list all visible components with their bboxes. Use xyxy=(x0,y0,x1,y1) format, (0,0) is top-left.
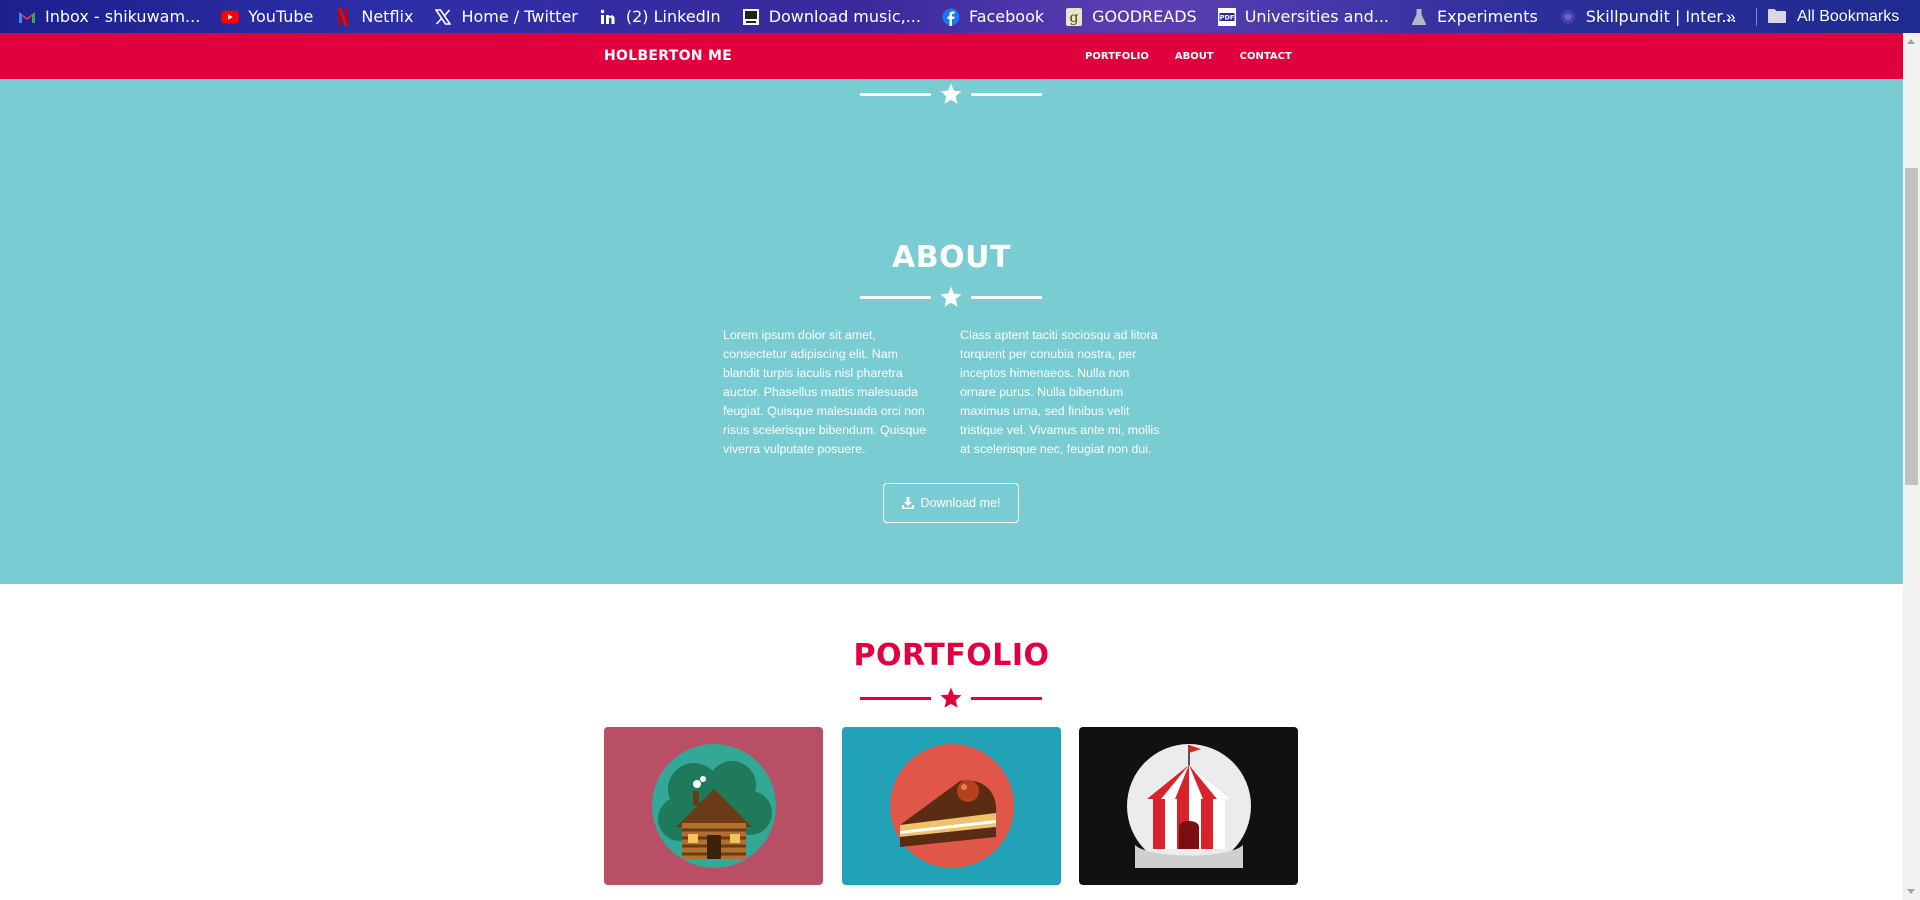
bookmark-label: GOODREADS xyxy=(1092,7,1197,26)
flask-icon xyxy=(1410,8,1428,26)
bookmarks-bar: Inbox - shikuwam... YouTube Netflix Home… xyxy=(0,0,1920,33)
download-icon xyxy=(901,497,914,509)
all-bookmarks-button[interactable]: All Bookmarks xyxy=(1767,0,1899,33)
x-twitter-icon xyxy=(434,8,452,26)
portfolio-section: PORTFOLIO xyxy=(0,584,1903,900)
divider-line-right xyxy=(971,296,1042,299)
skillpundit-icon xyxy=(1559,8,1577,26)
bookmark-experiments[interactable]: Experiments xyxy=(1410,7,1538,26)
about-star-divider xyxy=(860,285,1042,309)
portfolio-item-circus[interactable] xyxy=(1079,727,1298,885)
portfolio-title: PORTFOLIO xyxy=(853,638,1050,673)
netflix-icon xyxy=(334,7,352,26)
bookmark-linkedin[interactable]: (2) LinkedIn xyxy=(599,7,721,26)
bookmark-universities[interactable]: PDF Universities and... xyxy=(1217,7,1390,26)
bookmarks-separator xyxy=(1756,8,1757,26)
page-scrollbar[interactable] xyxy=(1903,33,1920,900)
divider-line-left xyxy=(860,296,931,299)
all-bookmarks-label: All Bookmarks xyxy=(1797,7,1900,25)
brand-logo[interactable]: HOLBERTON ME xyxy=(604,33,732,79)
scroll-up-arrow-icon[interactable] xyxy=(1907,39,1915,44)
bookmark-netflix[interactable]: Netflix xyxy=(334,7,413,26)
bookmark-facebook[interactable]: Facebook xyxy=(942,7,1044,26)
bookmark-label: Experiments xyxy=(1437,7,1538,26)
bookmark-label: Netflix xyxy=(361,7,414,26)
nav-links: PORTFOLIO ABOUT CONTACT xyxy=(1085,33,1318,79)
bookmark-label: Download music,... xyxy=(768,7,921,26)
nav-link-contact[interactable]: CONTACT xyxy=(1240,51,1292,62)
bookmark-label: Home / Twitter xyxy=(461,7,578,26)
bookmark-youtube[interactable]: YouTube xyxy=(221,7,313,26)
bookmark-goodreads[interactable]: g GOODREADS xyxy=(1065,7,1197,26)
download-site-icon xyxy=(742,8,760,26)
cabin-illustration xyxy=(604,727,823,885)
bookmark-label: Facebook xyxy=(968,7,1045,26)
bookmark-download-music[interactable]: Download music,... xyxy=(742,7,921,26)
portfolio-item-cabin[interactable] xyxy=(604,727,823,885)
nav-link-portfolio[interactable]: PORTFOLIO xyxy=(1085,51,1149,62)
divider-line-left xyxy=(860,697,931,700)
divider-line-left xyxy=(860,93,931,96)
about-text-right: Class aptent taciti sociosqu ad litora t… xyxy=(960,328,1160,456)
linkedin-icon xyxy=(599,8,617,26)
about-title: ABOUT xyxy=(892,240,1011,275)
bookmark-label: Skillpundit | Inter... xyxy=(1585,7,1737,26)
facebook-icon xyxy=(942,8,960,26)
bookmark-twitter[interactable]: Home / Twitter xyxy=(434,7,578,26)
about-section: ABOUT Lorem ipsum dolor sit amet, consec… xyxy=(0,79,1903,584)
bookmark-label: Inbox - shikuwam... xyxy=(45,7,201,26)
bookmark-skillpundit[interactable]: Skillpundit | Inter... xyxy=(1559,7,1737,26)
bookmarks-overflow-button[interactable]: » xyxy=(1726,0,1735,33)
svg-text:PDF: PDF xyxy=(1219,13,1234,21)
portfolio-star-divider xyxy=(860,686,1042,710)
about-text-left: Lorem ipsum dolor sit amet, consectetur … xyxy=(723,328,927,456)
download-button-label: Download me! xyxy=(920,496,1001,510)
youtube-icon xyxy=(221,8,240,26)
circus-illustration xyxy=(1079,727,1298,885)
top-star-divider xyxy=(860,82,1042,106)
bookmark-label: Universities and... xyxy=(1244,7,1390,26)
gmail-icon xyxy=(18,8,36,26)
bookmark-label: YouTube xyxy=(248,7,314,26)
star-icon xyxy=(940,687,962,708)
svg-text:g: g xyxy=(1070,10,1079,26)
pdf-icon: PDF xyxy=(1217,7,1236,26)
cake-illustration xyxy=(842,727,1061,885)
scrollbar-thumb[interactable] xyxy=(1905,168,1918,485)
bookmark-gmail[interactable]: Inbox - shikuwam... xyxy=(18,7,200,26)
folder-icon xyxy=(1767,8,1787,26)
bookmark-label: (2) LinkedIn xyxy=(625,7,721,26)
star-icon xyxy=(940,83,962,104)
scroll-down-arrow-icon[interactable] xyxy=(1907,889,1915,894)
portfolio-item-cake[interactable] xyxy=(842,727,1061,885)
divider-line-right xyxy=(971,93,1042,96)
download-button[interactable]: Download me! xyxy=(883,483,1019,523)
divider-line-right xyxy=(971,697,1042,700)
goodreads-icon: g xyxy=(1065,7,1083,26)
star-icon xyxy=(940,286,962,307)
site-navbar: HOLBERTON ME PORTFOLIO ABOUT CONTACT xyxy=(0,33,1903,79)
nav-link-about[interactable]: ABOUT xyxy=(1175,51,1214,62)
